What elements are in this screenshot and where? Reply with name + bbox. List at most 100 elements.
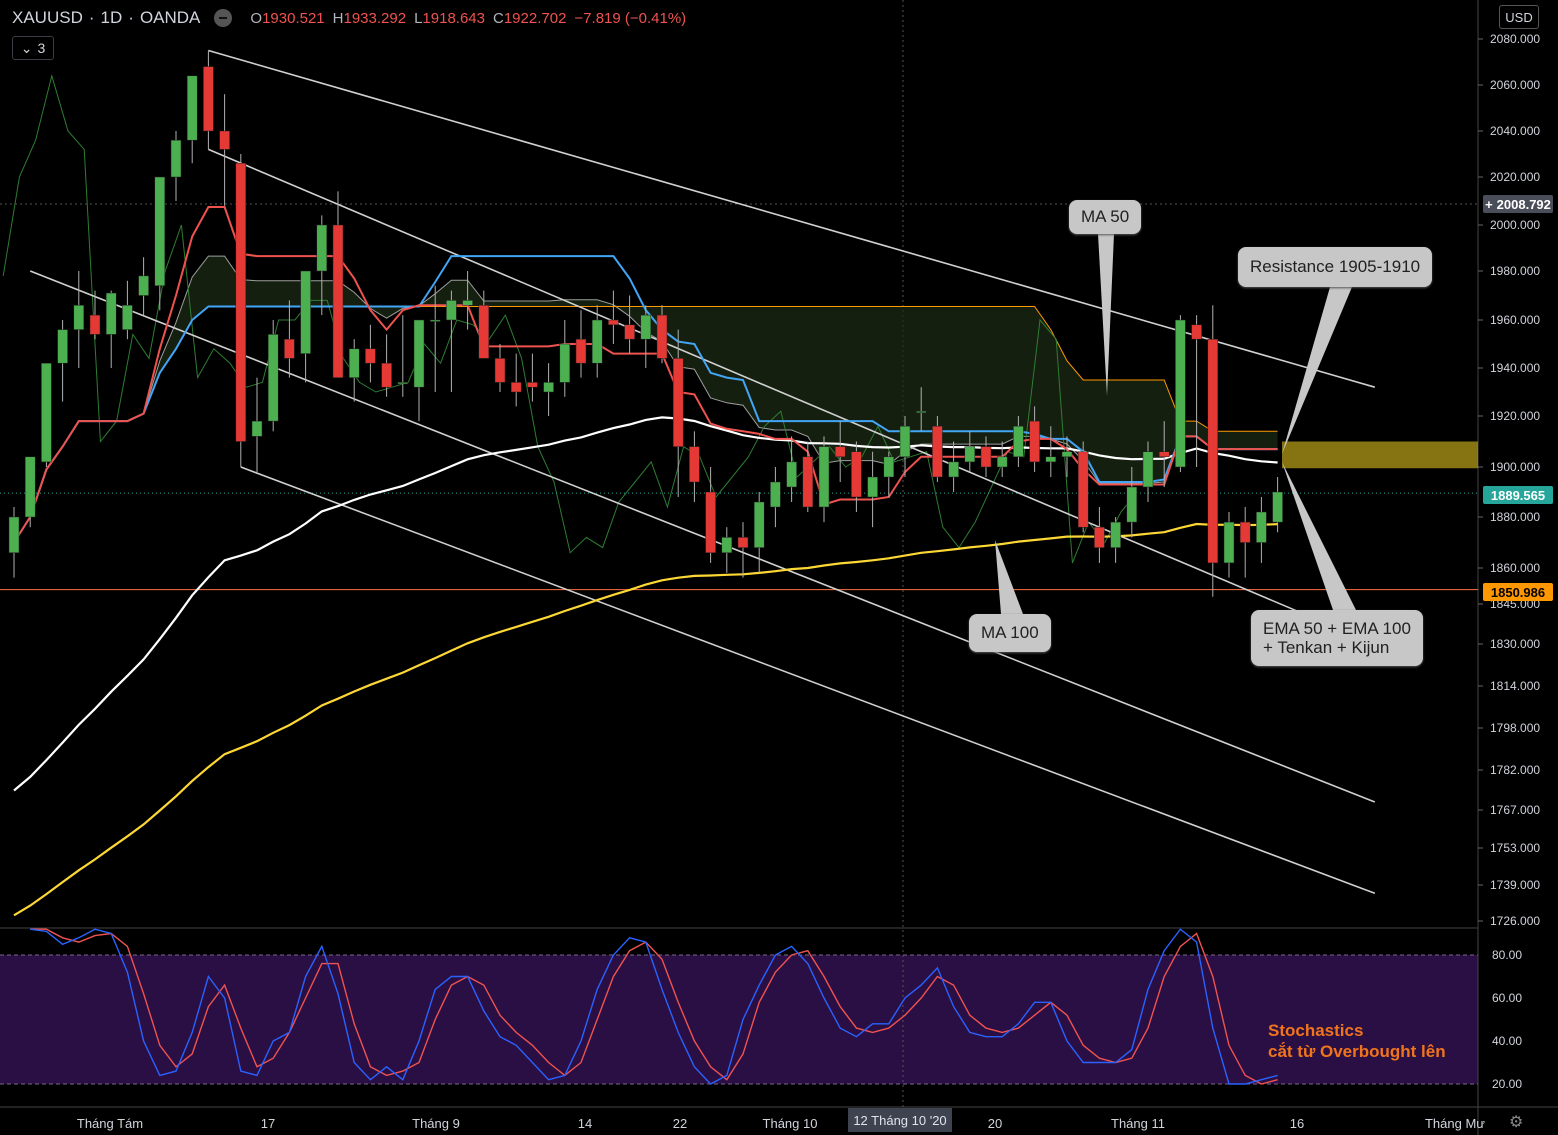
- price-tick-label: 1753.000: [1490, 841, 1540, 855]
- settings-gear-icon[interactable]: ⚙: [1509, 1112, 1523, 1132]
- candle-body: [251, 420, 263, 437]
- price-tick-label: 1739.000: [1490, 878, 1540, 892]
- symbol-name[interactable]: XAUUSD: [12, 8, 83, 28]
- candle: [267, 320, 279, 432]
- candle-body: [624, 324, 635, 340]
- candle-body: [170, 139, 182, 178]
- candle-body: [381, 362, 392, 388]
- stochastic-tick-label: 20.00: [1492, 1077, 1522, 1091]
- price-change: −7.819 (−0.41%): [574, 9, 687, 27]
- candle-body: [1175, 319, 1186, 468]
- price-tick-label: 1726.000: [1490, 914, 1540, 928]
- candle-body: [1223, 521, 1235, 564]
- candle-body: [138, 275, 149, 296]
- candle: [235, 154, 247, 467]
- ohlc-close: C1922.702: [493, 9, 567, 27]
- candle-body: [494, 358, 506, 383]
- price-tick-label: 1814.000: [1490, 679, 1540, 693]
- price-tick-label: 1960.000: [1490, 313, 1540, 327]
- indicators-toggle-button[interactable]: ⌄ 3: [12, 36, 54, 60]
- candle-body: [1142, 451, 1154, 488]
- candle-body: [219, 130, 230, 150]
- confluence-line-2: + Tenkan + Kijun: [1263, 638, 1390, 657]
- price-tick-label: 1798.000: [1490, 721, 1540, 735]
- ma50-callout[interactable]: MA 50: [1069, 200, 1142, 234]
- candle-body: [1239, 521, 1251, 543]
- candle-body: [851, 451, 862, 498]
- candle-body: [656, 314, 668, 359]
- candle-body: [867, 476, 878, 498]
- candle-body: [608, 319, 619, 326]
- symbol-header: XAUUSD · 1D · OANDA O1930.521 H1933.292 …: [12, 8, 687, 28]
- candle-body: [1029, 420, 1040, 463]
- candle-body: [1061, 451, 1073, 458]
- candle-body: [721, 537, 733, 553]
- price-tick-label: 1880.000: [1490, 510, 1540, 524]
- time-axis-label: Tháng 9: [412, 1116, 460, 1131]
- candle: [1077, 441, 1089, 533]
- candle-body: [462, 300, 473, 306]
- plus-icon: +: [1485, 196, 1493, 212]
- candle-body: [996, 456, 1008, 468]
- price-tick-label: 2040.000: [1490, 124, 1540, 138]
- ma100-callout[interactable]: MA 100: [969, 614, 1051, 652]
- candle-body: [332, 224, 344, 378]
- candle-body: [300, 270, 311, 354]
- time-axis-label: 22: [673, 1116, 687, 1131]
- candle-body: [57, 329, 68, 364]
- candle-body: [705, 491, 716, 553]
- stochastic-note: Stochastics cắt từ Overbought lên: [1268, 1020, 1446, 1062]
- time-axis-label: 20: [988, 1116, 1002, 1131]
- stochastic-note-line-1: Stochastics: [1268, 1021, 1364, 1040]
- candle-body: [284, 338, 295, 359]
- time-axis-label: 14: [578, 1116, 592, 1131]
- candle-body: [818, 446, 830, 508]
- candle: [1207, 305, 1219, 597]
- resistance-callout[interactable]: Resistance 1905-1910: [1238, 247, 1433, 287]
- candle-body: [397, 382, 409, 385]
- candle-body: [1045, 456, 1057, 463]
- chevron-icon: ⌄: [20, 39, 33, 56]
- candle-body: [1207, 338, 1219, 564]
- visibility-icon[interactable]: [214, 9, 233, 27]
- candle-body: [834, 446, 846, 458]
- candle-body: [510, 382, 522, 393]
- currency-button[interactable]: USD: [1499, 5, 1539, 29]
- candle-body: [802, 456, 814, 508]
- candle-body: [122, 305, 133, 330]
- candle-body: [41, 362, 52, 463]
- candle-body: [689, 446, 700, 483]
- candle-body: [446, 300, 457, 321]
- candle-body: [964, 446, 976, 463]
- candle-body: [24, 456, 36, 518]
- candle-body: [543, 382, 554, 393]
- time-axis-label: 17: [261, 1116, 275, 1131]
- time-axis-label: Tháng 11: [1111, 1116, 1165, 1131]
- candle-body: [429, 319, 441, 322]
- candle-body: [203, 66, 214, 132]
- candle-body: [753, 501, 765, 548]
- candle-body: [365, 348, 376, 364]
- price-tick-label: 2060.000: [1490, 78, 1540, 92]
- candle-body: [105, 292, 117, 335]
- candle-body: [899, 425, 911, 458]
- candle-body: [640, 314, 652, 340]
- price-tick-label: 2080.000: [1490, 32, 1540, 46]
- stochastic-tick-label: 40.00: [1492, 1034, 1522, 1048]
- candle-body: [316, 224, 328, 272]
- candle-body: [1272, 491, 1283, 523]
- ohlc-open: O1930.521: [250, 9, 325, 27]
- interval[interactable]: 1D: [101, 8, 123, 28]
- candle: [24, 456, 36, 528]
- stochastic-tick-label: 80.00: [1492, 948, 1522, 962]
- price-chart[interactable]: 2080.000 2060.000 2040.000 2020.000 2000.000…: [0, 0, 1558, 1135]
- candle-body: [1191, 324, 1202, 340]
- candle-body: [527, 382, 538, 388]
- candle-body: [672, 358, 684, 447]
- last-price-tag: 1889.565: [1483, 486, 1553, 504]
- confluence-callout[interactable]: EMA 50 + EMA 100 + Tenkan + Kijun: [1251, 610, 1423, 666]
- candle-body: [737, 537, 749, 548]
- stochastic-tick-label: 60.00: [1492, 991, 1522, 1005]
- candle-body: [348, 348, 360, 378]
- candle-body: [770, 481, 781, 508]
